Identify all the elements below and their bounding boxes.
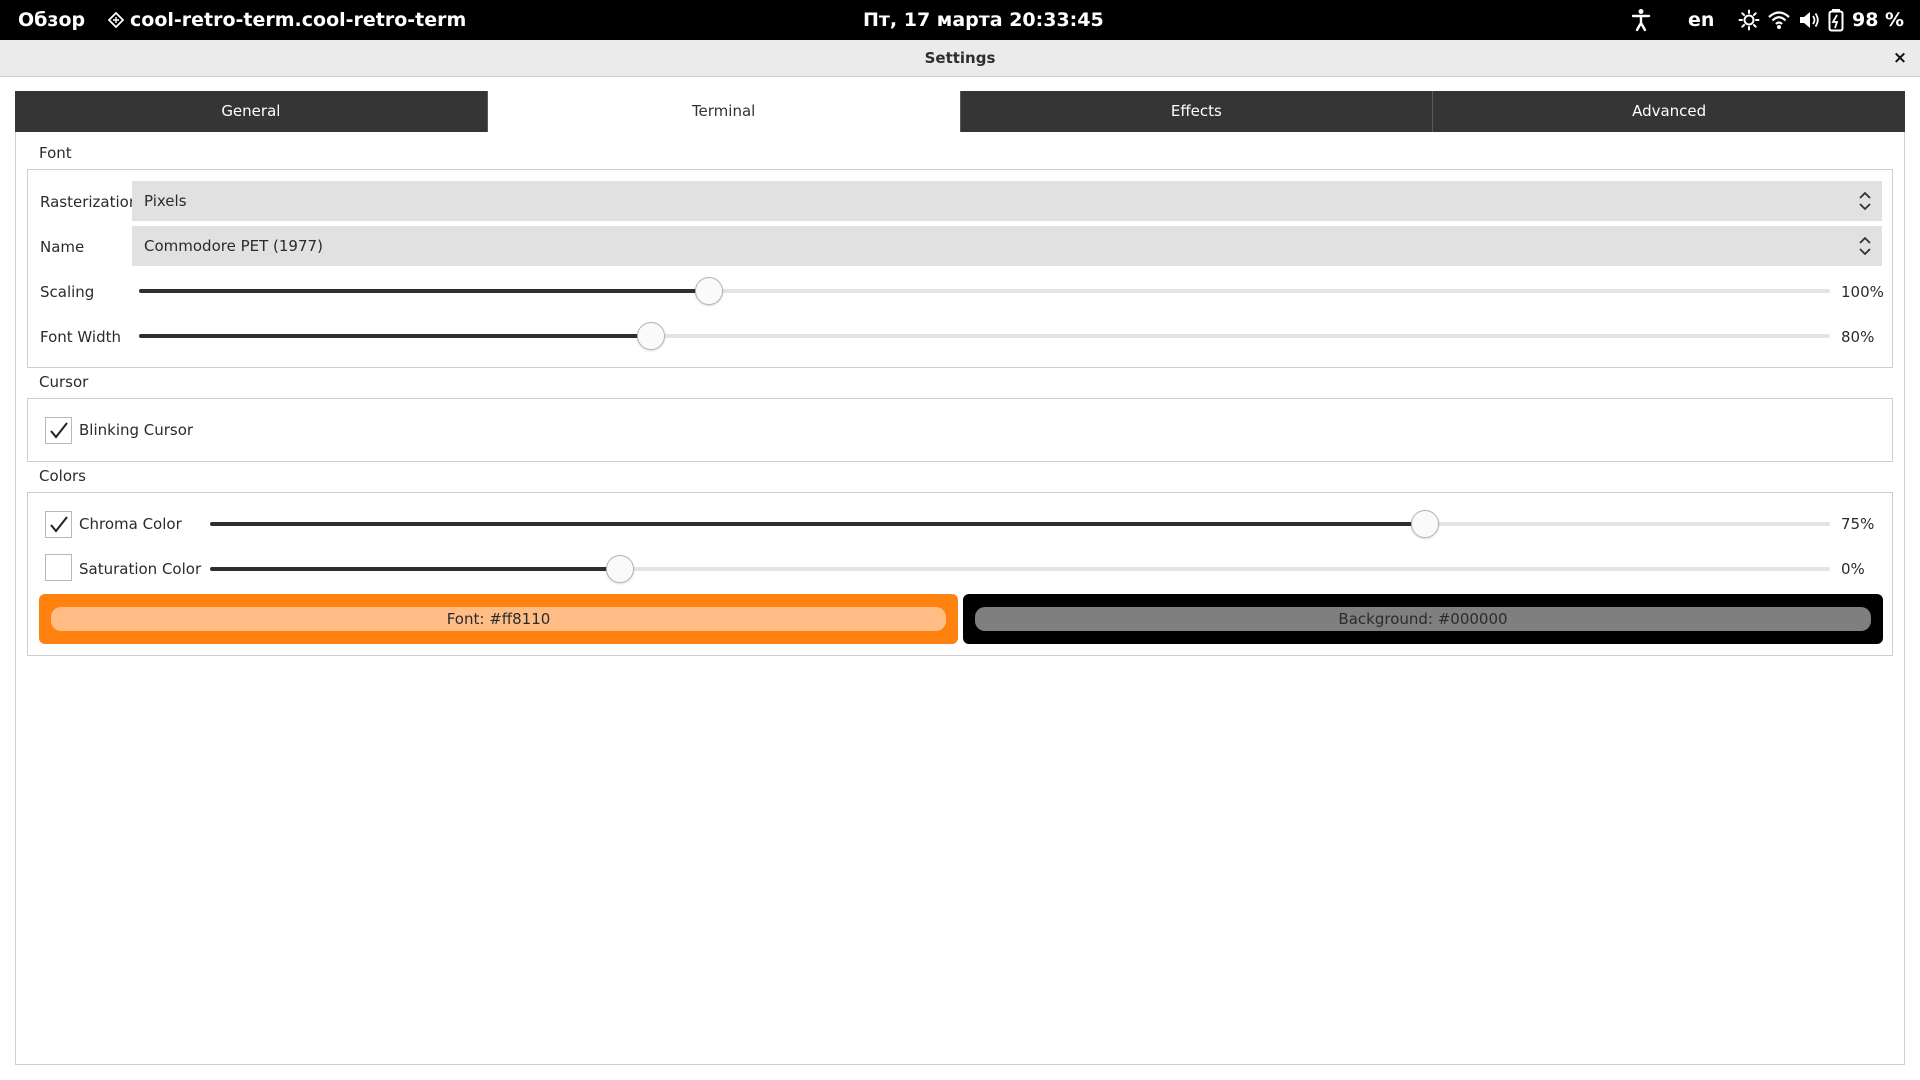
colors-group: Chroma Color 75% Saturation Color 0% Fon… [27, 492, 1893, 656]
font-width-label: Font Width [40, 328, 122, 346]
tab-effects[interactable]: Effects [960, 91, 1434, 132]
font-width-value: 80% [1841, 328, 1875, 346]
chroma-color-value: 75% [1841, 515, 1875, 533]
font-group: Rasterization Pixels Name Commodore PET … [27, 169, 1893, 368]
battery-percentage: 98 % [1852, 9, 1905, 31]
font-name-label: Name [40, 238, 85, 256]
tab-terminal[interactable]: Terminal [487, 91, 961, 132]
rasterization-label: Rasterization [40, 193, 139, 211]
font-section-title: Font [39, 144, 72, 162]
volume-icon [1800, 12, 1819, 28]
system-top-bar: Обзор cool-retro-term.cool-retro-term Пт… [0, 0, 1920, 40]
rasterization-combobox[interactable]: Pixels [132, 181, 1882, 221]
combo-arrows-icon [1859, 236, 1871, 256]
window-title: Settings [924, 49, 996, 67]
close-icon[interactable]: × [1889, 47, 1911, 69]
accessibility-icon[interactable] [1630, 8, 1652, 32]
activities-button[interactable]: Обзор [18, 9, 85, 31]
saturation-color-value: 0% [1841, 560, 1865, 578]
rasterization-value: Pixels [144, 192, 187, 210]
tab-general[interactable]: General [15, 91, 488, 132]
blinking-cursor-checkbox[interactable] [45, 417, 72, 444]
font-width-slider[interactable] [139, 321, 1830, 351]
window-titlebar[interactable]: Settings × [0, 40, 1920, 77]
battery-icon [1828, 9, 1844, 32]
wifi-icon [1768, 11, 1790, 29]
brightness-icon [1738, 9, 1760, 31]
background-color-button[interactable]: Background: #000000 [963, 594, 1883, 644]
scaling-value: 100% [1841, 283, 1884, 301]
slider-handle[interactable] [605, 555, 634, 583]
background-color-label: Background: #000000 [975, 607, 1871, 631]
slider-handle[interactable] [1411, 510, 1439, 538]
font-color-button[interactable]: Font: #ff8110 [39, 594, 958, 644]
checkmark-icon [50, 422, 68, 439]
cursor-section-title: Cursor [39, 373, 89, 391]
blinking-cursor-label: Blinking Cursor [79, 421, 194, 439]
font-color-label: Font: #ff8110 [51, 607, 946, 631]
settings-tabs: General Terminal Effects Advanced [15, 91, 1905, 132]
saturation-color-slider[interactable] [210, 554, 1830, 584]
keyboard-layout-indicator[interactable]: en [1688, 9, 1714, 31]
checkmark-icon [50, 516, 68, 533]
chroma-color-slider[interactable] [210, 509, 1830, 539]
saturation-color-label: Saturation Color [79, 560, 202, 578]
app-name-label: cool-retro-term.cool-retro-term [130, 9, 467, 31]
font-name-value: Commodore PET (1977) [144, 237, 323, 255]
app-menu[interactable]: cool-retro-term.cool-retro-term [108, 9, 466, 31]
slider-handle[interactable] [694, 277, 723, 305]
chroma-color-label: Chroma Color [79, 515, 182, 533]
scaling-label: Scaling [40, 283, 95, 301]
tab-advanced[interactable]: Advanced [1433, 91, 1905, 132]
font-name-combobox[interactable]: Commodore PET (1977) [132, 226, 1882, 266]
saturation-color-checkbox[interactable] [45, 554, 72, 581]
chroma-color-checkbox[interactable] [45, 511, 72, 538]
combo-arrows-icon [1859, 191, 1871, 211]
cursor-group: Blinking Cursor [27, 398, 1893, 462]
colors-section-title: Colors [39, 467, 86, 485]
clock[interactable]: Пт, 17 марта 20:33:45 [863, 9, 1183, 31]
scaling-slider[interactable] [139, 276, 1830, 306]
system-tray[interactable]: 98 % [1738, 8, 1904, 32]
app-diamond-icon [108, 12, 124, 28]
slider-handle[interactable] [637, 322, 666, 350]
